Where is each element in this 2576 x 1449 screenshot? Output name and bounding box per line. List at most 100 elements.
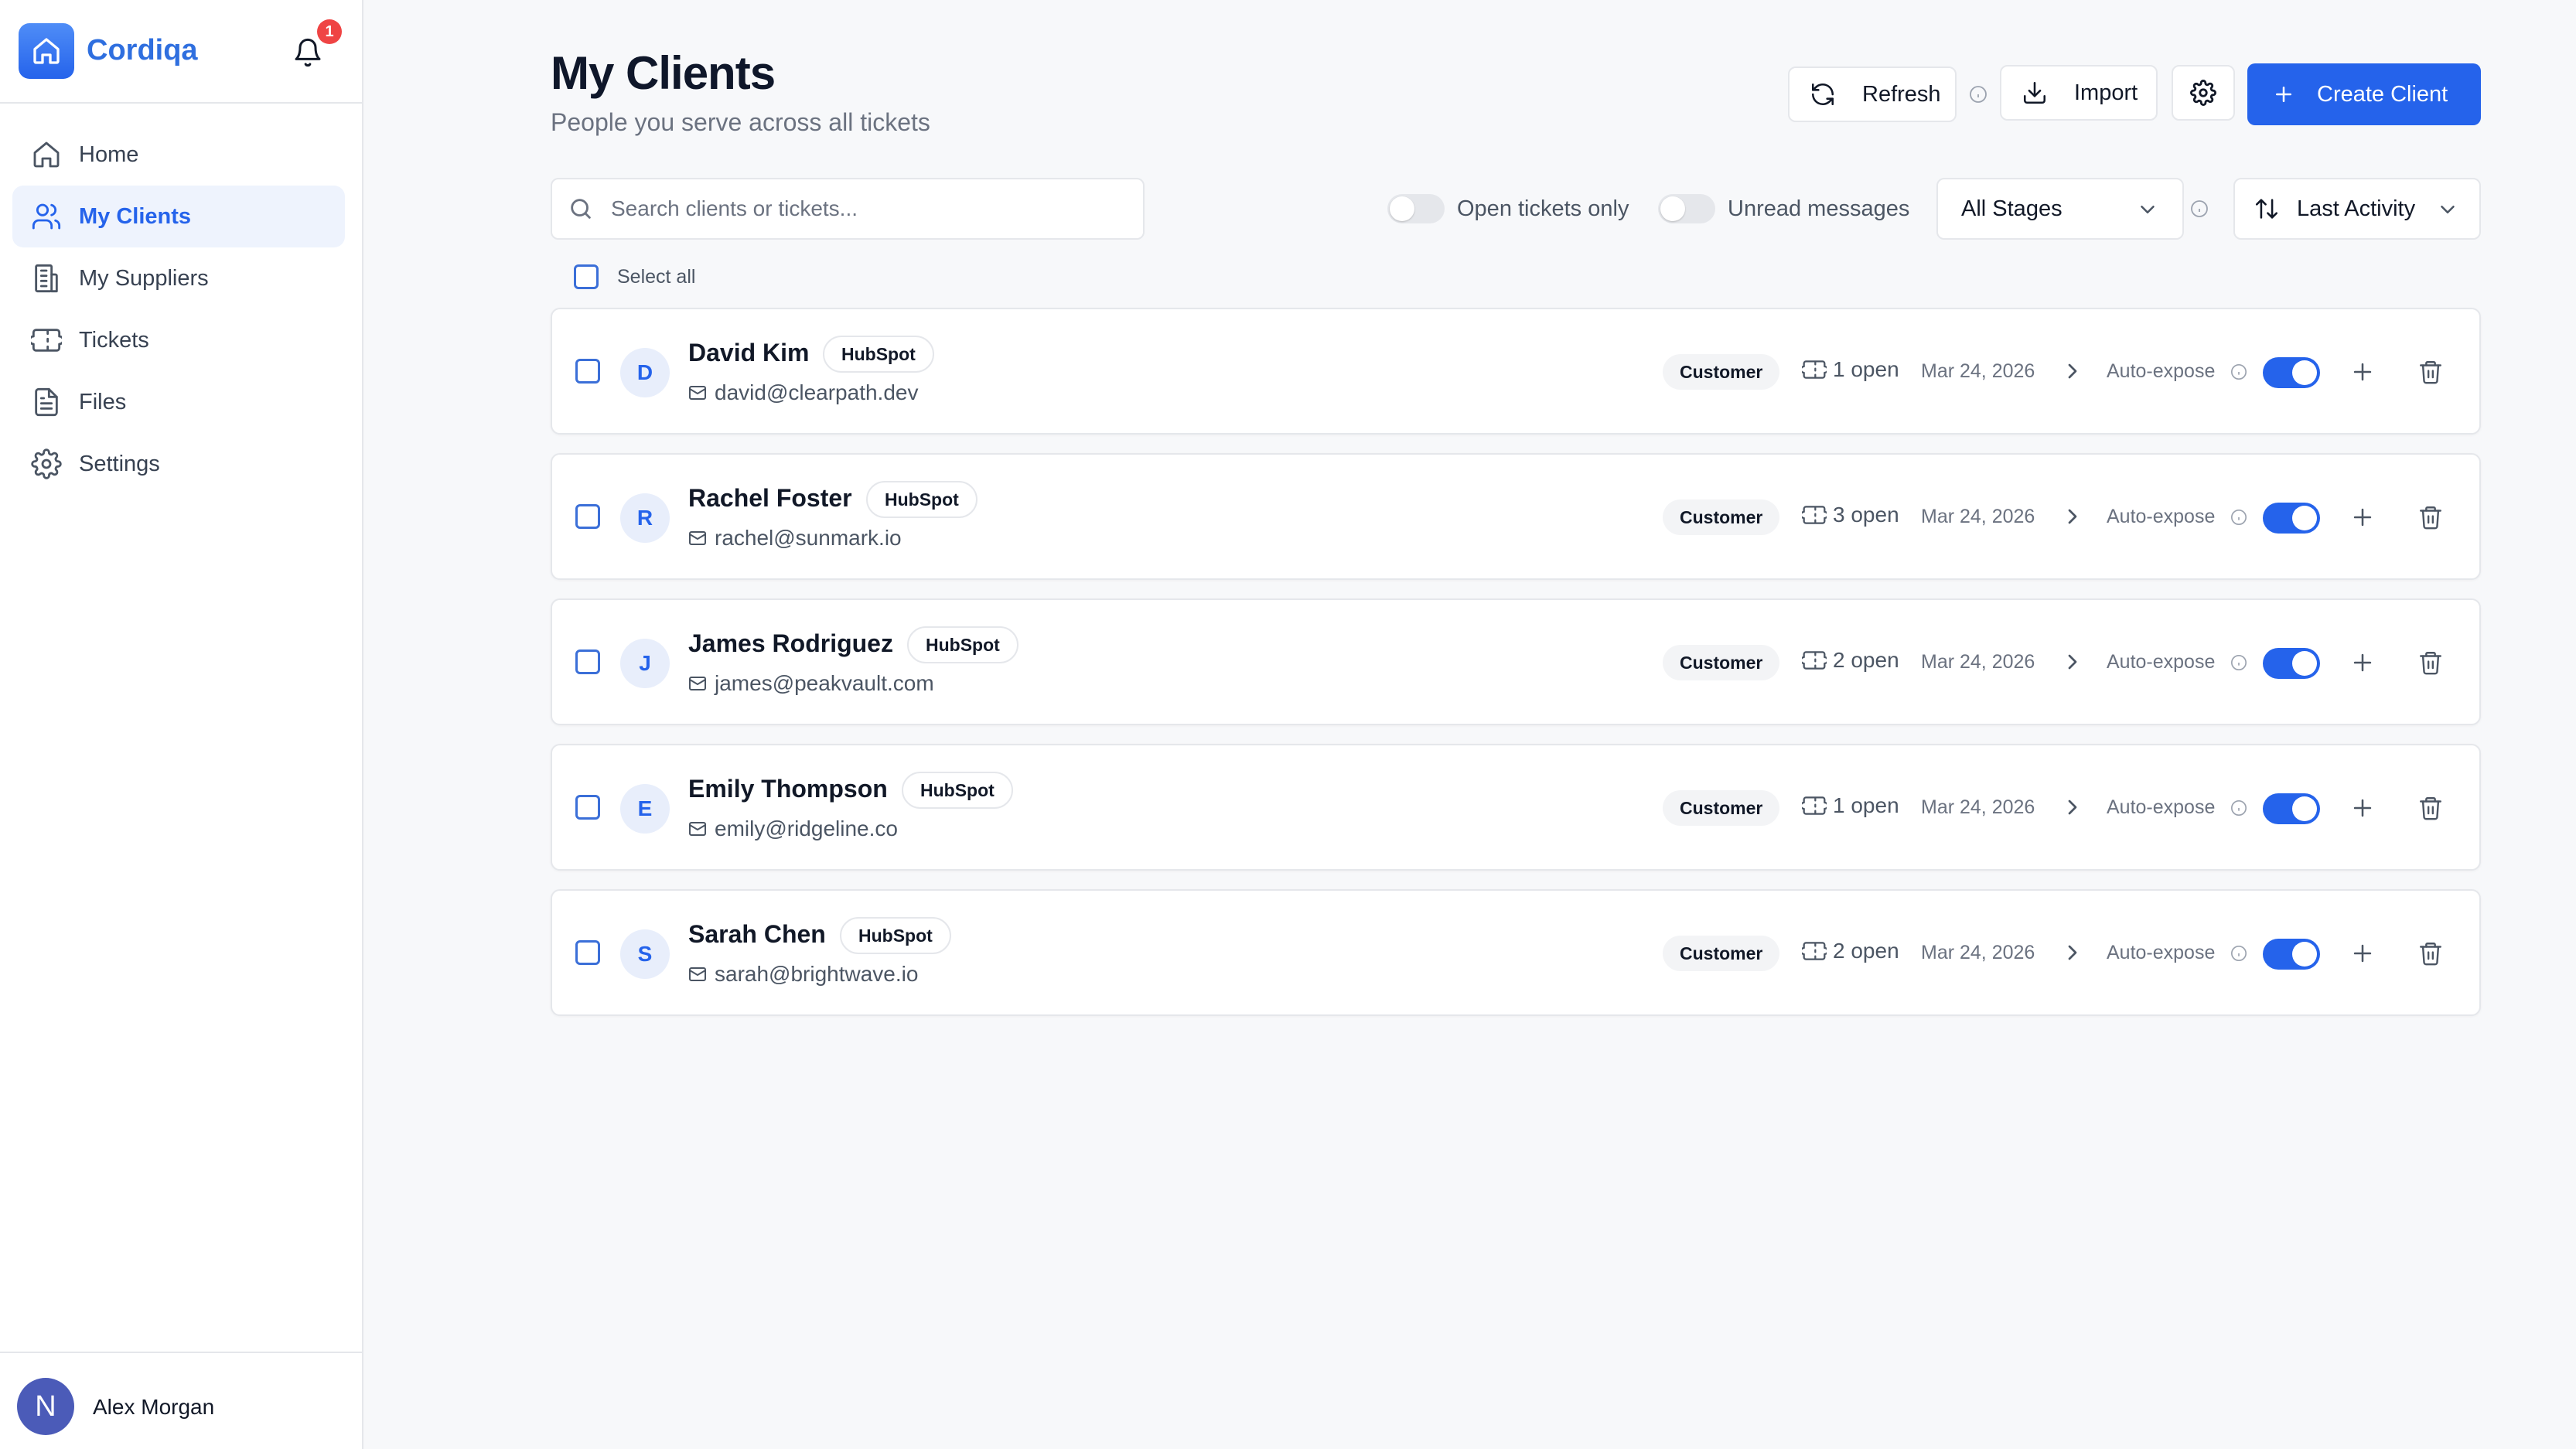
row-checkbox[interactable] xyxy=(575,795,600,820)
settings-button[interactable] xyxy=(2172,65,2235,121)
auto-expose-toggle[interactable] xyxy=(2263,939,2320,970)
trash-icon[interactable] xyxy=(2417,504,2444,530)
info-icon[interactable] xyxy=(2230,654,2247,671)
info-icon[interactable] xyxy=(2230,800,2247,817)
import-button[interactable]: Import xyxy=(2000,65,2158,121)
avatar: S xyxy=(620,929,670,979)
trash-icon[interactable] xyxy=(2417,795,2444,821)
info-icon[interactable] xyxy=(2230,509,2247,526)
ticket-icon xyxy=(1802,357,1827,382)
chevron-right-icon[interactable] xyxy=(2060,940,2085,965)
stage-badge: Customer xyxy=(1663,645,1780,680)
auto-expose-label: Auto-expose xyxy=(2107,360,2216,382)
open-tickets[interactable]: 1 open xyxy=(1802,793,1899,818)
last-activity-date: Mar 24, 2026 xyxy=(1921,651,2035,673)
select-all-checkbox[interactable] xyxy=(574,264,599,289)
client-name[interactable]: Sarah Chen xyxy=(688,920,826,949)
user-profile[interactable]: N Alex Morgan xyxy=(0,1352,362,1449)
auto-expose-toggle[interactable] xyxy=(2263,503,2320,534)
sidebar-item-label: My Clients xyxy=(79,203,192,229)
info-icon[interactable] xyxy=(2230,945,2247,962)
auto-expose-label: Auto-expose xyxy=(2107,651,2216,673)
open-tickets[interactable]: 2 open xyxy=(1802,648,1899,673)
plus-icon[interactable] xyxy=(2349,504,2376,530)
last-activity-date: Mar 24, 2026 xyxy=(1921,942,2035,963)
chevron-right-icon[interactable] xyxy=(2060,649,2085,674)
sidebar-item-my-clients[interactable]: My Clients xyxy=(12,186,345,247)
client-email-text: emily@ridgeline.co xyxy=(715,817,898,840)
auto-expose-toggle[interactable] xyxy=(2263,357,2320,388)
home-logo-icon[interactable] xyxy=(19,23,74,79)
plus-icon[interactable] xyxy=(2349,940,2376,967)
auto-expose-toggle[interactable] xyxy=(2263,648,2320,679)
sidebar-item-tickets[interactable]: Tickets xyxy=(12,309,345,371)
row-checkbox[interactable] xyxy=(575,359,600,384)
stage-select[interactable]: All Stages xyxy=(1936,178,2184,240)
trash-icon[interactable] xyxy=(2417,359,2444,385)
auto-expose-label: Auto-expose xyxy=(2107,796,2216,818)
auto-expose-toggle[interactable] xyxy=(2263,793,2320,824)
info-icon[interactable] xyxy=(2190,199,2209,218)
chevron-right-icon[interactable] xyxy=(2060,504,2085,529)
sidebar-item-files[interactable]: Files xyxy=(12,371,345,433)
select-all[interactable]: Select all xyxy=(574,264,695,289)
client-name[interactable]: David Kim xyxy=(688,339,809,367)
client-row[interactable]: J James Rodriguez HubSpot james@peakvaul… xyxy=(551,598,2481,725)
source-badge: HubSpot xyxy=(823,336,934,373)
client-name[interactable]: Emily Thompson xyxy=(688,775,888,803)
last-activity-date: Mar 24, 2026 xyxy=(1921,506,2035,527)
ticket-icon xyxy=(1802,793,1827,818)
client-name[interactable]: James Rodriguez xyxy=(688,629,893,658)
users-icon xyxy=(31,201,62,232)
sidebar-item-settings[interactable]: Settings xyxy=(12,433,345,495)
chevron-right-icon[interactable] xyxy=(2060,359,2085,384)
info-icon[interactable] xyxy=(1969,85,1987,104)
mail-icon xyxy=(688,674,707,693)
open-tickets[interactable]: 1 open xyxy=(1802,357,1899,382)
client-name[interactable]: Rachel Foster xyxy=(688,484,852,513)
mail-icon xyxy=(688,820,707,838)
trash-icon[interactable] xyxy=(2417,649,2444,676)
mail-icon xyxy=(688,529,707,547)
bell-icon[interactable] xyxy=(292,37,323,68)
search-box[interactable] xyxy=(551,178,1145,240)
open-tickets-count: 1 open xyxy=(1833,357,1899,381)
plus-icon[interactable] xyxy=(2349,359,2376,385)
sidebar-item-my-suppliers[interactable]: My Suppliers xyxy=(12,247,345,309)
refresh-button[interactable]: Refresh xyxy=(1788,66,1957,122)
refresh-icon xyxy=(1810,81,1836,107)
create-client-button[interactable]: Create Client xyxy=(2247,63,2481,125)
trash-icon[interactable] xyxy=(2417,940,2444,967)
sidebar-nav: Home My Clients My Suppliers Tickets Fil… xyxy=(12,124,345,495)
open-tickets-filter[interactable]: Open tickets only xyxy=(1387,193,1629,224)
open-tickets-toggle[interactable] xyxy=(1387,194,1445,223)
client-row[interactable]: D David Kim HubSpot david@clearpath.dev … xyxy=(551,308,2481,435)
open-tickets[interactable]: 2 open xyxy=(1802,939,1899,963)
client-row[interactable]: S Sarah Chen HubSpot sarah@brightwave.io… xyxy=(551,889,2481,1016)
row-checkbox[interactable] xyxy=(575,649,600,674)
stage-badge: Customer xyxy=(1663,354,1780,390)
file-icon xyxy=(31,387,62,418)
client-email: sarah@brightwave.io xyxy=(688,962,918,987)
client-row[interactable]: R Rachel Foster HubSpot rachel@sunmark.i… xyxy=(551,453,2481,580)
plus-icon[interactable] xyxy=(2349,649,2376,676)
row-checkbox[interactable] xyxy=(575,940,600,965)
plus-icon xyxy=(2272,83,2295,106)
client-row[interactable]: E Emily Thompson HubSpot emily@ridgeline… xyxy=(551,744,2481,871)
search-input[interactable] xyxy=(611,196,1137,221)
sort-select[interactable]: Last Activity xyxy=(2233,178,2481,240)
client-email-text: james@peakvault.com xyxy=(715,671,934,695)
unread-filter[interactable]: Unread messages xyxy=(1658,193,1909,224)
chevron-right-icon[interactable] xyxy=(2060,795,2085,820)
unread-toggle[interactable] xyxy=(1658,194,1715,223)
sidebar-item-label: Settings xyxy=(79,451,160,476)
info-icon[interactable] xyxy=(2230,363,2247,380)
open-tickets-count: 3 open xyxy=(1833,503,1899,527)
open-tickets[interactable]: 3 open xyxy=(1802,503,1899,527)
sidebar-item-label: Home xyxy=(79,141,139,167)
open-tickets-count: 1 open xyxy=(1833,793,1899,817)
row-checkbox[interactable] xyxy=(575,504,600,529)
plus-icon[interactable] xyxy=(2349,795,2376,821)
avatar: E xyxy=(620,784,670,834)
sidebar-item-home[interactable]: Home xyxy=(12,124,345,186)
